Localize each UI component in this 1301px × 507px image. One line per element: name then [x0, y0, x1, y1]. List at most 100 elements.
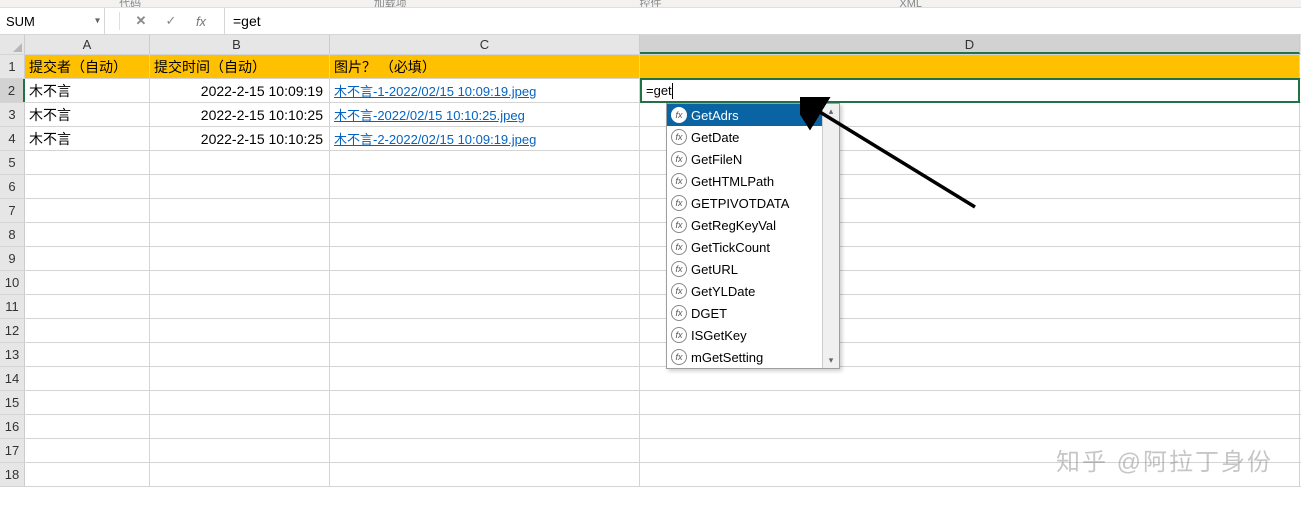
row-header[interactable]: 17 — [0, 439, 25, 462]
row-header[interactable]: 6 — [0, 175, 25, 198]
cell[interactable] — [640, 439, 1300, 462]
cell[interactable]: 2022-2-15 10:10:25 — [150, 103, 330, 126]
cell[interactable] — [25, 463, 150, 486]
cell[interactable]: 木不言-1-2022/02/15 10:09:19.jpeg — [330, 79, 640, 102]
cell[interactable] — [25, 295, 150, 318]
hyperlink[interactable]: 木不言-1-2022/02/15 10:09:19.jpeg — [334, 84, 536, 99]
cell[interactable] — [25, 439, 150, 462]
row-header[interactable]: 2 — [0, 79, 25, 102]
name-box-input[interactable] — [6, 14, 98, 29]
cell[interactable] — [640, 463, 1300, 486]
cell[interactable] — [330, 223, 640, 246]
cell[interactable] — [150, 463, 330, 486]
row-header[interactable]: 9 — [0, 247, 25, 270]
autocomplete-item[interactable]: fxmGetSetting — [667, 346, 822, 368]
cell[interactable] — [25, 175, 150, 198]
cell[interactable] — [330, 295, 640, 318]
header-cell-d[interactable] — [640, 55, 1300, 78]
autocomplete-item[interactable]: fxISGetKey — [667, 324, 822, 346]
cell[interactable]: 2022-2-15 10:10:25 — [150, 127, 330, 150]
column-header-d[interactable]: D — [640, 35, 1300, 54]
row-header[interactable]: 3 — [0, 103, 25, 126]
cell[interactable] — [150, 391, 330, 414]
scroll-track[interactable] — [823, 117, 839, 355]
cell[interactable] — [150, 439, 330, 462]
cell[interactable] — [25, 223, 150, 246]
cell[interactable] — [150, 223, 330, 246]
autocomplete-item[interactable]: fxGetRegKeyVal — [667, 214, 822, 236]
column-header-a[interactable]: A — [25, 35, 150, 54]
cell[interactable] — [330, 319, 640, 342]
name-box-dropdown-icon[interactable]: ▾ — [95, 16, 100, 27]
formula-bar-input[interactable] — [233, 13, 1293, 29]
row-header[interactable]: 7 — [0, 199, 25, 222]
cell[interactable] — [150, 295, 330, 318]
autocomplete-item[interactable]: fxDGET — [667, 302, 822, 324]
cell[interactable] — [640, 367, 1300, 390]
cell[interactable]: 2022-2-15 10:09:19 — [150, 79, 330, 102]
column-header-b[interactable]: B — [150, 35, 330, 54]
autocomplete-item[interactable]: fxGetAdrs — [667, 104, 822, 126]
row-header[interactable]: 1 — [0, 55, 25, 78]
scroll-down-icon[interactable]: ▾ — [829, 355, 834, 366]
cell[interactable] — [640, 391, 1300, 414]
autocomplete-item[interactable]: fxGetTickCount — [667, 236, 822, 258]
cell[interactable] — [25, 415, 150, 438]
cell[interactable] — [25, 199, 150, 222]
cell[interactable] — [330, 175, 640, 198]
cell[interactable]: 木不言-2022/02/15 10:10:25.jpeg — [330, 103, 640, 126]
header-cell-submitter[interactable]: 提交者（自动） — [25, 55, 150, 78]
cell[interactable] — [330, 151, 640, 174]
name-box[interactable]: ▾ — [0, 8, 105, 34]
cell[interactable] — [330, 367, 640, 390]
hyperlink[interactable]: 木不言-2-2022/02/15 10:09:19.jpeg — [334, 132, 536, 147]
confirm-button[interactable]: ✓ — [162, 13, 180, 29]
cell[interactable] — [25, 343, 150, 366]
cell[interactable]: 木不言 — [25, 103, 150, 126]
cancel-button[interactable]: ✕ — [132, 13, 150, 29]
cell[interactable] — [150, 247, 330, 270]
row-header[interactable]: 12 — [0, 319, 25, 342]
hyperlink[interactable]: 木不言-2022/02/15 10:10:25.jpeg — [334, 108, 525, 123]
cell[interactable] — [150, 175, 330, 198]
row-header[interactable]: 18 — [0, 463, 25, 486]
autocomplete-scrollbar[interactable]: ▴ ▾ — [822, 104, 839, 368]
row-header[interactable]: 10 — [0, 271, 25, 294]
cell[interactable] — [330, 463, 640, 486]
row-header[interactable]: 5 — [0, 151, 25, 174]
cell[interactable] — [150, 367, 330, 390]
cell[interactable] — [150, 415, 330, 438]
cell[interactable]: 木不言 — [25, 127, 150, 150]
autocomplete-item[interactable]: fxGetYLDate — [667, 280, 822, 302]
row-header[interactable]: 14 — [0, 367, 25, 390]
cell[interactable] — [330, 415, 640, 438]
cell[interactable] — [25, 271, 150, 294]
autocomplete-item[interactable]: fxGetDate — [667, 126, 822, 148]
cell[interactable] — [640, 415, 1300, 438]
cell[interactable] — [330, 271, 640, 294]
autocomplete-item[interactable]: fxGetHTMLPath — [667, 170, 822, 192]
cell[interactable] — [150, 271, 330, 294]
formula-bar[interactable] — [225, 8, 1301, 34]
row-header[interactable]: 8 — [0, 223, 25, 246]
scroll-up-icon[interactable]: ▴ — [829, 106, 834, 117]
cell[interactable] — [330, 391, 640, 414]
cell[interactable] — [330, 439, 640, 462]
cell[interactable] — [25, 247, 150, 270]
formula-autocomplete[interactable]: fxGetAdrs fxGetDate fxGetFileN fxGetHTML… — [666, 103, 840, 369]
cell[interactable] — [330, 247, 640, 270]
row-header[interactable]: 13 — [0, 343, 25, 366]
cell[interactable] — [25, 367, 150, 390]
row-header[interactable]: 15 — [0, 391, 25, 414]
row-header[interactable]: 4 — [0, 127, 25, 150]
cell[interactable] — [25, 151, 150, 174]
header-cell-submittime[interactable]: 提交时间（自动） — [150, 55, 330, 78]
autocomplete-item[interactable]: fxGETPIVOTDATA — [667, 192, 822, 214]
row-header[interactable]: 16 — [0, 415, 25, 438]
cell[interactable] — [150, 199, 330, 222]
spreadsheet-grid[interactable]: A B C D 1 提交者（自动） 提交时间（自动） 图片？ （必填） 2 木不… — [0, 35, 1301, 487]
cell[interactable] — [330, 343, 640, 366]
cell[interactable] — [25, 319, 150, 342]
column-header-c[interactable]: C — [330, 35, 640, 54]
autocomplete-item[interactable]: fxGetFileN — [667, 148, 822, 170]
